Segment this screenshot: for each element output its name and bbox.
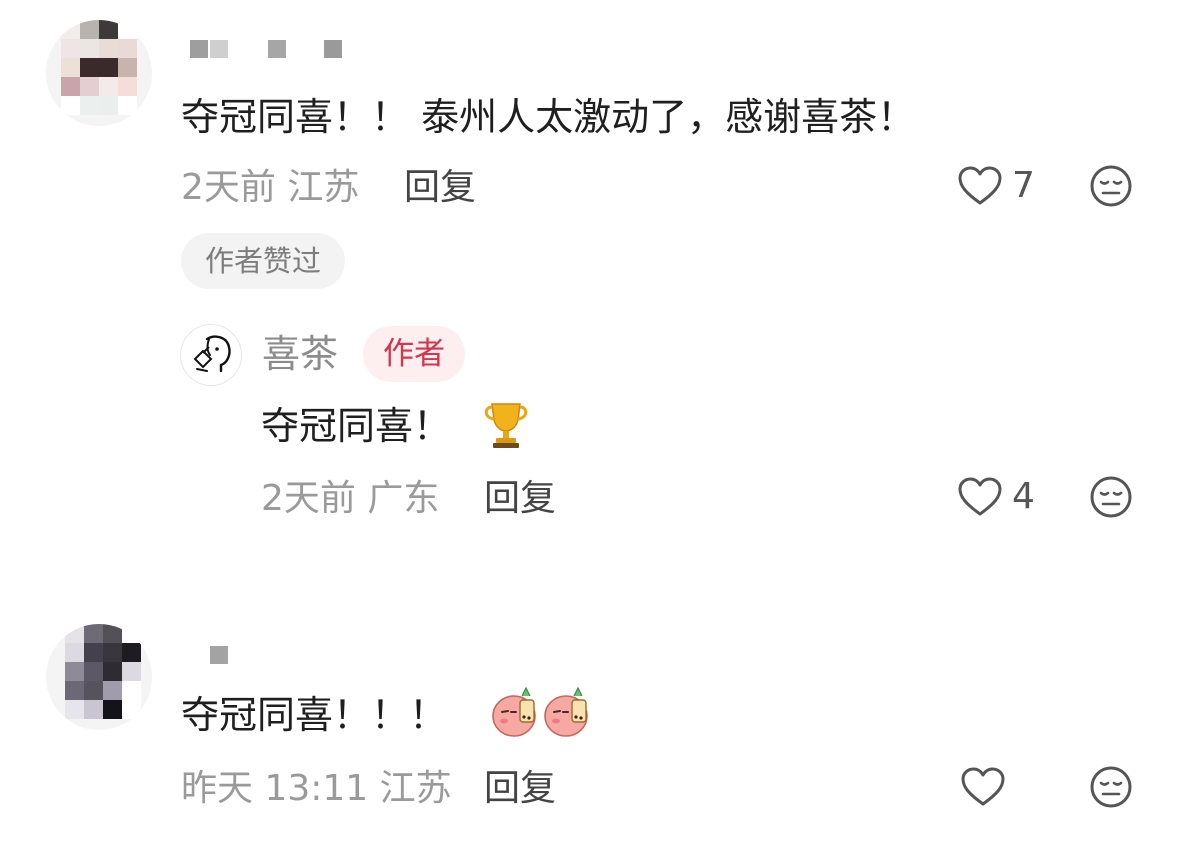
peach-boba-sticker-icon xyxy=(490,684,594,744)
liked-by-author-badge: 作者赞过 xyxy=(181,233,345,289)
dislike-face-icon[interactable] xyxy=(1089,164,1133,212)
comment-time: 昨天 13:11 江苏 xyxy=(181,768,452,809)
reply-text: 夺冠同喜！ xyxy=(261,404,452,448)
like-heart-icon[interactable] xyxy=(961,767,1005,811)
like-count: 7 xyxy=(1012,165,1035,206)
author-badge: 作者 xyxy=(363,326,465,382)
comment-text: 夺冠同喜！！ 泰州人太激动了，感谢喜茶！ xyxy=(181,95,916,139)
avatar[interactable] xyxy=(46,20,152,126)
comment-time: 2天前 江苏 xyxy=(181,167,360,208)
like-heart-icon[interactable] xyxy=(958,166,1002,210)
like-count: 4 xyxy=(1012,476,1035,517)
reply-button[interactable]: 回复 xyxy=(484,769,556,809)
author-username[interactable]: 喜茶 xyxy=(262,332,338,376)
like-heart-icon[interactable] xyxy=(958,477,1002,521)
dislike-face-icon[interactable] xyxy=(1089,765,1133,813)
avatar[interactable] xyxy=(46,624,152,730)
comment-text: 夺冠同喜！！！ xyxy=(181,693,448,737)
heytea-logo-icon xyxy=(193,335,231,373)
trophy-icon xyxy=(480,398,532,454)
reply-button[interactable]: 回复 xyxy=(484,479,556,519)
reply-button[interactable]: 回复 xyxy=(404,168,476,208)
reply-time: 2天前 广东 xyxy=(261,478,440,519)
dislike-face-icon[interactable] xyxy=(1089,475,1133,523)
author-avatar[interactable] xyxy=(180,324,242,386)
